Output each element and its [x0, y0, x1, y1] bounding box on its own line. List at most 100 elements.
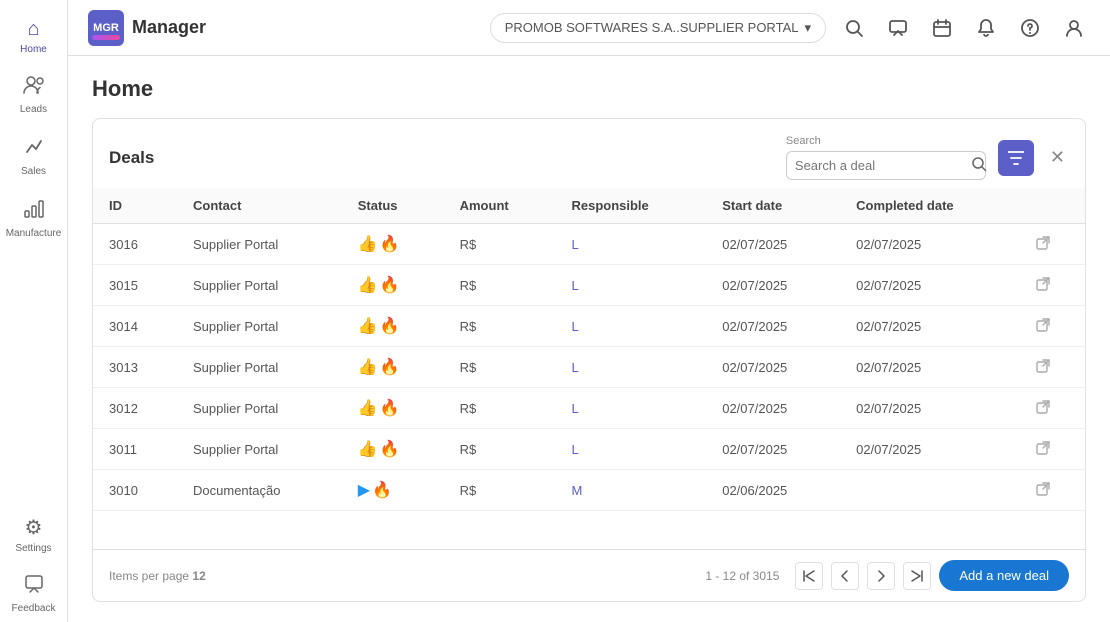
cell-completed-date: 02/07/2025	[840, 306, 1019, 347]
search-input[interactable]	[795, 158, 971, 173]
col-contact: Contact	[177, 188, 342, 224]
play-icon: ▶	[358, 480, 370, 500]
company-selector[interactable]: PROMOB SOFTWARES S.A..SUPPLIER PORTAL ▾	[490, 13, 826, 43]
like-icon: 👍	[358, 439, 378, 459]
cell-status: 👍🔥	[342, 429, 444, 470]
page-content: Home Deals Search	[68, 56, 1110, 622]
sidebar: ⌂ Home Leads Sales Man	[0, 0, 68, 622]
clear-filter-button[interactable]: ✕	[1046, 143, 1069, 172]
cell-id: 3016	[93, 224, 177, 265]
pagination-bar: Items per page 12 1 - 12 of 3015	[93, 549, 1085, 601]
cell-start-date: 02/07/2025	[706, 265, 840, 306]
sidebar-label-leads: Leads	[20, 104, 47, 115]
calendar-icon[interactable]	[926, 12, 958, 44]
sidebar-label-home: Home	[20, 44, 47, 55]
open-record-icon[interactable]	[1035, 235, 1051, 251]
open-record-icon[interactable]	[1035, 276, 1051, 292]
sidebar-item-leads[interactable]: Leads	[4, 67, 64, 123]
deals-title: Deals	[109, 148, 774, 168]
sidebar-item-manufacture[interactable]: Manufacture	[4, 189, 64, 247]
fire-icon: 🔥	[380, 275, 400, 295]
chevron-down-icon: ▾	[804, 20, 811, 36]
logo-initials: MGR	[93, 22, 119, 34]
last-page-button[interactable]	[903, 562, 931, 590]
open-record-icon[interactable]	[1035, 440, 1051, 456]
col-completed-date: Completed date	[840, 188, 1019, 224]
like-icon: 👍	[358, 234, 378, 254]
sidebar-item-settings[interactable]: ⚙ Settings	[4, 507, 64, 562]
cell-amount: R$	[444, 224, 556, 265]
cell-contact: Supplier Portal	[177, 265, 342, 306]
cell-amount: R$	[444, 470, 556, 511]
like-icon: 👍	[358, 357, 378, 377]
deals-table-container: ID Contact Status Amount Responsible Sta…	[93, 188, 1085, 549]
cell-completed-date: 02/07/2025	[840, 265, 1019, 306]
cell-open[interactable]	[1019, 388, 1085, 429]
search-label: Search	[786, 135, 986, 147]
cell-open[interactable]	[1019, 470, 1085, 511]
page-title: Home	[92, 76, 1086, 102]
cell-open[interactable]	[1019, 429, 1085, 470]
fire-icon: 🔥	[380, 357, 400, 377]
table-row: 3013 Supplier Portal 👍🔥 R$ L 02/07/2025 …	[93, 347, 1085, 388]
prev-page-button[interactable]	[831, 562, 859, 590]
fire-icon: 🔥	[380, 398, 400, 418]
cell-contact: Supplier Portal	[177, 347, 342, 388]
col-id: ID	[93, 188, 177, 224]
cell-responsible: L	[555, 265, 706, 306]
fire-icon: 🔥	[380, 234, 400, 254]
cell-open[interactable]	[1019, 265, 1085, 306]
col-start-date: Start date	[706, 188, 840, 224]
sidebar-item-sales[interactable]: Sales	[4, 127, 64, 185]
table-row: 3015 Supplier Portal 👍🔥 R$ L 02/07/2025 …	[93, 265, 1085, 306]
cell-id: 3013	[93, 347, 177, 388]
next-page-button[interactable]	[867, 562, 895, 590]
feedback-icon	[24, 574, 44, 600]
topbar: MGR Manager PROMOB SOFTWARES S.A..SUPPLI…	[68, 0, 1110, 56]
cell-amount: R$	[444, 265, 556, 306]
fire-icon: 🔥	[380, 439, 400, 459]
chat-icon[interactable]	[882, 12, 914, 44]
table-row: 3011 Supplier Portal 👍🔥 R$ L 02/07/2025 …	[93, 429, 1085, 470]
logo-area: MGR Manager	[88, 10, 206, 46]
like-icon: 👍	[358, 398, 378, 418]
open-record-icon[interactable]	[1035, 317, 1051, 333]
add-deal-button[interactable]: Add a new deal	[939, 560, 1069, 591]
first-page-button[interactable]	[795, 562, 823, 590]
cell-amount: R$	[444, 347, 556, 388]
items-per-page-label: Items per page 12	[109, 569, 697, 583]
filter-button[interactable]	[998, 140, 1034, 176]
cell-id: 3015	[93, 265, 177, 306]
cell-amount: R$	[444, 429, 556, 470]
sidebar-label-settings: Settings	[15, 543, 51, 554]
search-topbar-button[interactable]	[838, 12, 870, 44]
bell-icon[interactable]	[970, 12, 1002, 44]
cell-start-date: 02/07/2025	[706, 347, 840, 388]
cell-responsible: L	[555, 388, 706, 429]
open-record-icon[interactable]	[1035, 358, 1051, 374]
sidebar-label-feedback: Feedback	[12, 603, 56, 614]
table-row: 3016 Supplier Portal 👍🔥 R$ L 02/07/2025 …	[93, 224, 1085, 265]
cell-completed-date: 02/07/2025	[840, 224, 1019, 265]
cell-status: 👍🔥	[342, 224, 444, 265]
help-icon[interactable]	[1014, 12, 1046, 44]
company-name: PROMOB SOFTWARES S.A..SUPPLIER PORTAL	[505, 20, 799, 35]
open-record-icon[interactable]	[1035, 481, 1051, 497]
sidebar-item-home[interactable]: ⌂ Home	[4, 10, 64, 63]
user-icon[interactable]	[1058, 12, 1090, 44]
open-record-icon[interactable]	[1035, 399, 1051, 415]
cell-open[interactable]	[1019, 306, 1085, 347]
cell-completed-date: 02/07/2025	[840, 388, 1019, 429]
search-submit-button[interactable]	[971, 156, 987, 175]
sidebar-item-feedback[interactable]: Feedback	[4, 566, 64, 622]
cell-completed-date: 02/07/2025	[840, 347, 1019, 388]
cell-contact: Supplier Portal	[177, 429, 342, 470]
cell-responsible: L	[555, 347, 706, 388]
cell-open[interactable]	[1019, 347, 1085, 388]
cell-responsible: M	[555, 470, 706, 511]
sidebar-label-sales: Sales	[21, 166, 46, 177]
leads-icon	[23, 75, 45, 101]
col-amount: Amount	[444, 188, 556, 224]
cell-open[interactable]	[1019, 224, 1085, 265]
logo-box: MGR	[88, 10, 124, 46]
